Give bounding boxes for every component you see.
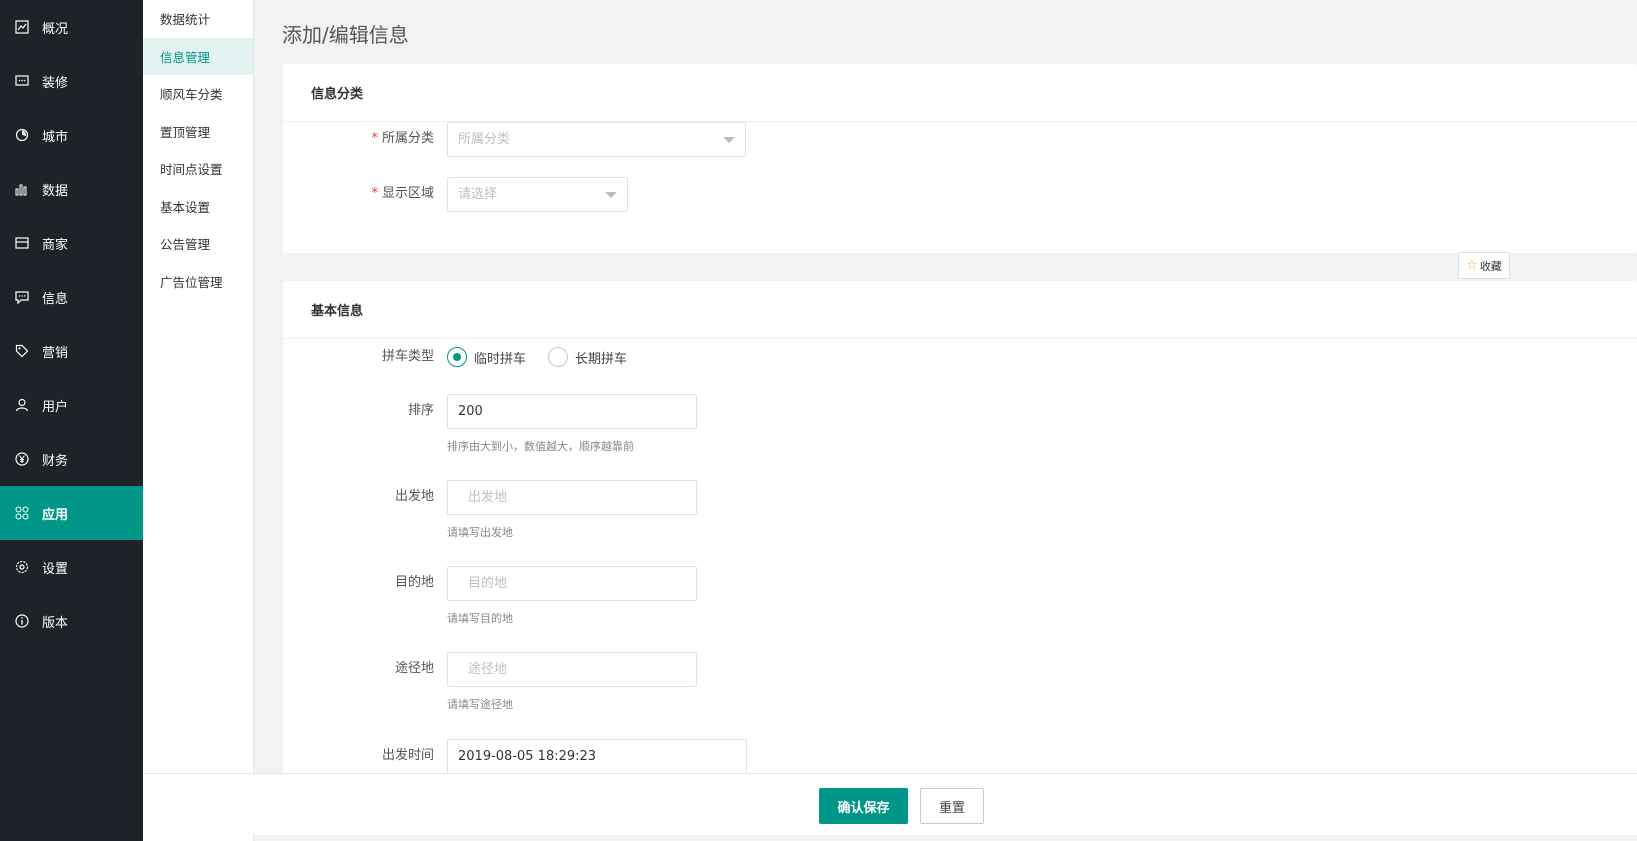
region-label: * 显示区域 [371, 186, 434, 201]
sidebar-item-overview[interactable]: 概况 [0, 0, 143, 54]
category-card: 信息分类 * 所属分类 所属分类 * 显示区域 请选择 [283, 64, 1637, 253]
category-label: * 所属分类 [371, 131, 434, 146]
main-sidebar: 概况 装修 城市 数据 商家 信息 营销 用户 财务 应用 设置 版本 [0, 0, 143, 841]
yen-icon [14, 451, 30, 467]
user-icon [14, 397, 30, 413]
submenu-item-pin-management[interactable]: 置顶管理 [143, 113, 253, 151]
destination-row: 目的地 目的地 请填写目的地 [283, 566, 1637, 626]
sidebar-item-label: 应用 [42, 507, 69, 523]
carpool-type-radio-group: 临时拼车 长期拼车 [447, 340, 649, 374]
destination-label: 目的地 [394, 575, 434, 590]
via-input[interactable]: 途径地 [447, 652, 697, 687]
submenu-item-statistics[interactable]: 数据统计 [143, 0, 253, 38]
carpool-type-row: 拼车类型 临时拼车 长期拼车 [283, 340, 1637, 374]
reset-button[interactable]: 重置 [920, 788, 984, 824]
page-title: 添加/编辑信息 [282, 23, 409, 47]
radio-long-term[interactable]: 长期拼车 [548, 347, 627, 367]
chart-icon [14, 181, 30, 197]
submenu-item-notice-management[interactable]: 公告管理 [143, 225, 253, 263]
sidebar-item-settings[interactable]: 设置 [0, 540, 143, 594]
save-button[interactable]: 确认保存 [819, 788, 908, 824]
caret-down-icon [723, 137, 735, 143]
apps-icon [14, 505, 30, 521]
caret-down-icon [605, 192, 617, 198]
destination-input[interactable]: 目的地 [447, 566, 697, 601]
store-icon [14, 235, 30, 251]
carpool-type-label: 拼车类型 [381, 349, 434, 364]
sidebar-item-label: 版本 [42, 615, 69, 631]
depart-time-input[interactable]: 2019-08-05 18:29:23 [447, 739, 747, 774]
via-label: 途径地 [394, 661, 434, 676]
sidebar-item-user[interactable]: 用户 [0, 378, 143, 432]
category-row: * 所属分类 所属分类 [283, 122, 1637, 162]
sidebar-item-store[interactable]: 商家 [0, 216, 143, 270]
info-icon [14, 613, 30, 629]
favorite-button[interactable]: ☆ 收藏 [1458, 252, 1510, 279]
sort-label: 排序 [407, 403, 434, 418]
city-icon [14, 127, 30, 143]
submenu-item-info-management[interactable]: 信息管理 [143, 37, 253, 75]
sidebar-item-decoration[interactable]: 装修 [0, 54, 143, 108]
main-content: 添加/编辑信息 信息分类 * 所属分类 所属分类 * 显示区域 请选择 基本信息 拼… [254, 0, 1637, 841]
sidebar-item-label: 装修 [42, 75, 69, 91]
destination-hint: 请填写目的地 [447, 612, 513, 625]
via-row: 途径地 途径地 请填写途径地 [283, 652, 1637, 712]
overview-icon [14, 19, 30, 35]
sidebar-item-label: 数据 [42, 183, 69, 199]
required-mark: * [371, 131, 378, 146]
required-mark: * [371, 186, 378, 201]
via-hint: 请填写途径地 [447, 698, 513, 711]
submenu-item-ad-management[interactable]: 广告位管理 [143, 263, 253, 301]
submenu-item-carpool-category[interactable]: 顺风车分类 [143, 75, 253, 113]
sub-sidebar: 数据统计 信息管理 顺风车分类 置顶管理 时间点设置 基本设置 公告管理 广告位… [143, 0, 254, 841]
sidebar-item-label: 财务 [42, 453, 69, 469]
decoration-icon [14, 73, 30, 89]
category-select[interactable]: 所属分类 [447, 122, 746, 157]
sidebar-item-label: 信息 [42, 291, 69, 307]
sort-row: 排序 200 排序由大到小，数值越大，顺序越靠前 [283, 394, 1637, 454]
departure-label: 出发地 [394, 489, 434, 504]
sidebar-item-apps[interactable]: 应用 [0, 486, 143, 540]
submenu-item-time-settings[interactable]: 时间点设置 [143, 150, 253, 188]
region-row: * 显示区域 请选择 [283, 177, 1637, 217]
sidebar-item-message[interactable]: 信息 [0, 270, 143, 324]
sidebar-item-label: 概况 [42, 21, 69, 37]
sidebar-item-marketing[interactable]: 营销 [0, 324, 143, 378]
basic-info-card: 基本信息 拼车类型 临时拼车 长期拼车 排序 200 排序由大到小，数值越大，顺… [283, 281, 1637, 801]
submenu-item-basic-settings[interactable]: 基本设置 [143, 188, 253, 226]
departure-hint: 请填写出发地 [447, 526, 513, 539]
sidebar-item-label: 设置 [42, 561, 69, 577]
star-icon: ☆ [1466, 258, 1478, 273]
sidebar-item-label: 营销 [42, 345, 69, 361]
footer-action-bar: 确认保存 重置 [143, 773, 1637, 835]
sidebar-item-label: 用户 [42, 399, 69, 415]
departure-input[interactable]: 出发地 [447, 480, 697, 515]
depart-time-label: 出发时间 [381, 748, 434, 763]
departure-row: 出发地 出发地 请填写出发地 [283, 480, 1637, 540]
card-title: 信息分类 [283, 64, 1637, 122]
sidebar-item-label: 商家 [42, 237, 69, 253]
sidebar-item-label: 城市 [42, 129, 69, 145]
radio-checked-icon [447, 347, 467, 367]
sidebar-item-city[interactable]: 城市 [0, 108, 143, 162]
sidebar-item-finance[interactable]: 财务 [0, 432, 143, 486]
sidebar-item-data[interactable]: 数据 [0, 162, 143, 216]
gear-icon [14, 559, 30, 575]
sort-input[interactable]: 200 [447, 394, 697, 429]
sidebar-item-version[interactable]: 版本 [0, 594, 143, 648]
radio-unchecked-icon [548, 347, 569, 367]
message-icon [14, 289, 30, 305]
radio-temporary[interactable]: 临时拼车 [447, 347, 526, 367]
sort-hint: 排序由大到小，数值越大，顺序越靠前 [447, 440, 634, 453]
tag-icon [14, 343, 30, 359]
card-title: 基本信息 [283, 281, 1637, 339]
region-select[interactable]: 请选择 [447, 177, 628, 212]
